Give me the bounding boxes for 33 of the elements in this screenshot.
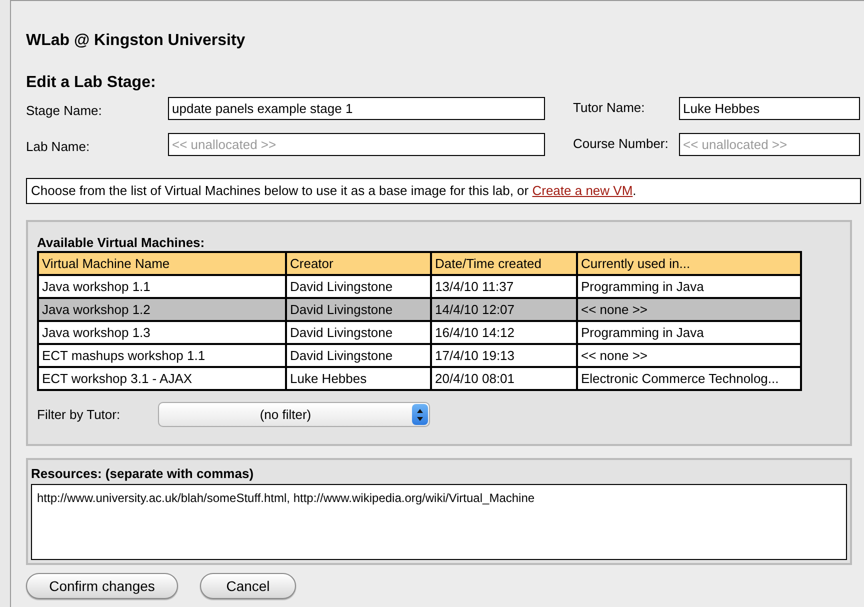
field-label: Stage Name: [26, 103, 102, 118]
column-header: Currently used in... [577, 252, 801, 275]
column-header: Virtual Machine Name [38, 252, 286, 275]
table-cell: ECT workshop 3.1 - AJAX [38, 367, 286, 390]
field-label: Lab Name: [26, 139, 90, 154]
create-vm-link[interactable]: Create a new VM [532, 183, 633, 198]
column-header: Creator [286, 252, 431, 275]
page-heading: Edit a Lab Stage: [26, 73, 157, 91]
site-title: WLab @ Kingston University [26, 31, 246, 49]
stepper-icon [412, 404, 428, 425]
tutor-filter-select[interactable]: (no filter) [158, 402, 430, 427]
text-field[interactable]: update panels example stage 1 [168, 96, 545, 120]
column-header: Date/Time created [431, 252, 577, 275]
action-button[interactable]: Confirm changes [26, 573, 178, 599]
table-cell: Luke Hebbes [286, 367, 431, 390]
table-cell: Electronic Commerce Technolog... [577, 367, 801, 390]
text-field[interactable]: << unallocated >> [168, 132, 545, 156]
field-label: Tutor Name: [573, 100, 645, 115]
table-row[interactable]: ECT mashups workshop 1.1 David Livingstone 17/4/10 19:13 << none >> [38, 344, 801, 367]
text-field[interactable]: << unallocated >> [679, 132, 860, 156]
info-box: Choose from the list of Virtual Machines below to use it as a base image for this lab, or Create a new VM. [26, 178, 861, 204]
table-row[interactable]: ECT workshop 3.1 - AJAX Luke Hebbes 20/4/10 08:01 Electronic Commerce Technolog... [38, 367, 801, 390]
field-label: Course Number: [573, 136, 668, 151]
resources-field[interactable]: http://www.university.ac.uk/blah/someStuff.html, http://www.wikipedia.org/wiki/Virtual_Machine [31, 484, 847, 560]
table-row[interactable]: Java workshop 1.3 David Livingstone 16/4/10 14:12 Programming in Java [38, 321, 801, 344]
text-field[interactable]: Luke Hebbes [679, 96, 860, 120]
table-cell: 20/4/10 08:01 [431, 367, 577, 390]
table-row[interactable]: Java workshop 1.2 David Livingstone 14/4/10 12:07 << none >> [38, 298, 801, 321]
panel-title: Available Virtual Machines: [37, 234, 206, 248]
filter-label: Filter by Tutor: [37, 406, 122, 424]
table-row[interactable]: Java workshop 1.1 David Livingstone 13/4/10 11:37 Programming in Java [38, 275, 801, 298]
panel-title: Resources: (separate with commas) [31, 465, 255, 482]
action-button[interactable]: Cancel [200, 573, 296, 599]
